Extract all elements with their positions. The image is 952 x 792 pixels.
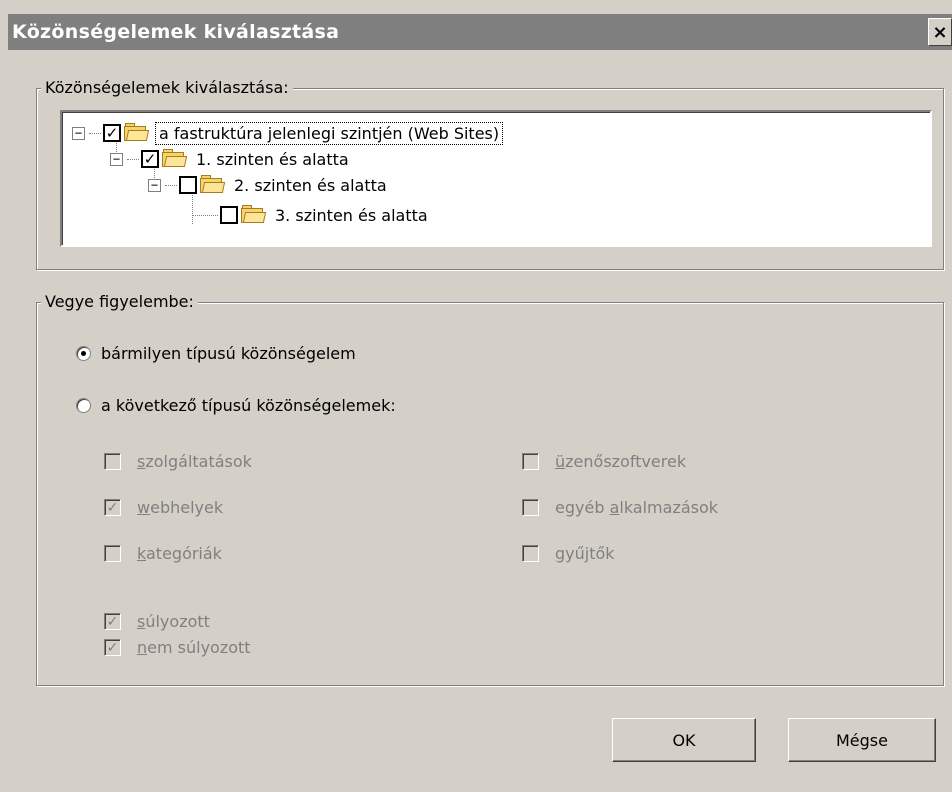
check-icon: ✓ — [143, 150, 157, 168]
radio-any-type[interactable]: bármilyen típusú közönségelem — [76, 344, 356, 363]
radio-label: bármilyen típusú közönségelem — [101, 344, 356, 363]
radio-label: a következő típusú közönségelemek: — [101, 396, 396, 415]
checkbox[interactable] — [104, 453, 121, 470]
tree-node-label[interactable]: 2. szinten és alatta — [231, 175, 390, 196]
check-icon: ✓ — [106, 613, 119, 630]
checkbox-label: szolgáltatások — [137, 452, 252, 471]
tree-checkbox[interactable] — [220, 206, 238, 224]
checkbox-services[interactable]: szolgáltatások — [104, 452, 252, 471]
collapse-icon[interactable]: − — [110, 152, 123, 166]
tree-node[interactable]: 3. szinten és alatta — [192, 202, 431, 228]
checkbox[interactable]: ✓ — [104, 639, 121, 656]
tree-connector — [165, 184, 177, 186]
tree-node[interactable]: − ✓ 1. szinten és alatta — [110, 146, 352, 172]
collapse-icon[interactable]: − — [72, 126, 85, 140]
title-bar: Közönségelemek kiválasztása × — [8, 14, 952, 50]
folder-icon — [199, 175, 226, 195]
checkbox-label: üzenőszoftverek — [555, 452, 687, 471]
folder-icon — [161, 149, 188, 169]
tree-node[interactable]: − ✓ a fastruktúra jelenlegi szintjén (We… — [72, 120, 504, 146]
ok-button-label: OK — [672, 730, 696, 750]
collapse-icon[interactable]: − — [148, 178, 161, 192]
checkbox-label: nem súlyozott — [137, 638, 251, 657]
checkbox-collectors[interactable]: gyűjtők — [522, 544, 615, 563]
folder-icon — [123, 123, 150, 143]
checkbox[interactable] — [104, 545, 121, 562]
tree-checkbox[interactable]: ✓ — [141, 150, 159, 168]
checkbox-label: kategóriák — [137, 544, 222, 563]
cancel-button-label: Mégse — [836, 730, 888, 750]
check-icon: ✓ — [105, 124, 119, 142]
radio-button[interactable] — [76, 398, 91, 413]
check-icon: ✓ — [106, 499, 119, 516]
folder-icon — [240, 205, 267, 225]
tree-node-label[interactable]: 3. szinten és alatta — [272, 205, 431, 226]
checkbox-label: gyűjtők — [555, 544, 615, 563]
cancel-button[interactable]: Mégse — [788, 718, 936, 762]
checkbox-label: webhelyek — [137, 498, 224, 517]
checkbox-messaging[interactable]: üzenőszoftverek — [522, 452, 686, 471]
checkbox-weighted[interactable]: ✓ súlyozott — [104, 612, 210, 631]
checkbox-unweighted[interactable]: ✓ nem súlyozott — [104, 638, 251, 657]
radio-button[interactable] — [76, 346, 91, 361]
tree-checkbox[interactable]: ✓ — [103, 124, 121, 142]
ok-button[interactable]: OK — [612, 718, 756, 762]
checkbox-other-apps[interactable]: egyéb alkalmazások — [522, 498, 718, 517]
tree-group-legend: Közönségelemek kiválasztása: — [41, 78, 293, 97]
close-button[interactable]: × — [928, 18, 952, 46]
checkbox[interactable] — [522, 499, 539, 516]
tree-node-label[interactable]: 1. szinten és alatta — [193, 149, 352, 170]
checkbox-categories[interactable]: kategóriák — [104, 544, 222, 563]
close-icon: × — [932, 21, 948, 43]
dialog-window: Közönségelemek kiválasztása × Közönségel… — [0, 0, 952, 792]
tree-connector — [192, 214, 218, 216]
tree-connector — [127, 158, 139, 160]
consider-group-legend: Vegye figyelembe: — [41, 292, 198, 311]
tree-checkbox[interactable] — [179, 176, 197, 194]
checkbox[interactable]: ✓ — [104, 613, 121, 630]
checkbox-label: súlyozott — [137, 612, 210, 631]
checkbox-label: egyéb alkalmazások — [555, 498, 719, 517]
tree-node-label[interactable]: a fastruktúra jelenlegi szintjén (Web Si… — [155, 121, 504, 145]
checkbox[interactable]: ✓ — [104, 499, 121, 516]
checkbox[interactable] — [522, 453, 539, 470]
radio-specific-types[interactable]: a következő típusú közönségelemek: — [76, 396, 396, 415]
checkbox[interactable] — [522, 545, 539, 562]
tree-connector — [89, 132, 101, 134]
tree-node[interactable]: − 2. szinten és alatta — [148, 172, 390, 198]
checkbox-websites[interactable]: ✓ webhelyek — [104, 498, 223, 517]
audience-tree[interactable]: − ✓ a fastruktúra jelenlegi szintjén (We… — [60, 110, 932, 247]
check-icon: ✓ — [106, 639, 119, 656]
window-title: Közönségelemek kiválasztása — [12, 21, 340, 43]
